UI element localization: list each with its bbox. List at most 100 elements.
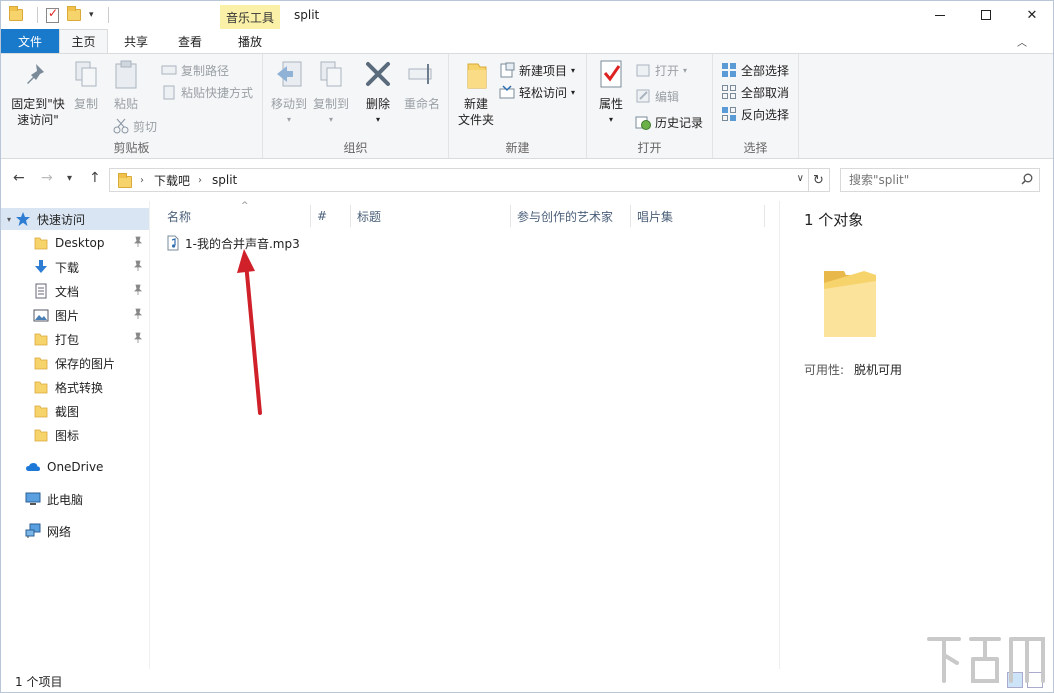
- close-button[interactable]: ✕: [1009, 1, 1053, 29]
- music-tools-context-label: 音乐工具: [220, 5, 280, 29]
- breadcrumb-separator-icon[interactable]: ›: [198, 175, 202, 186]
- properties-button[interactable]: 属性 ▾: [593, 58, 629, 128]
- delete-label: 删除: [365, 97, 390, 111]
- column-header-title[interactable]: 标题: [351, 205, 511, 227]
- search-box: [840, 168, 1040, 192]
- folder-icon[interactable]: [9, 6, 23, 21]
- nav-item-desktop[interactable]: Desktop: [1, 232, 149, 254]
- delete-dropdown-icon: ▾: [375, 115, 380, 124]
- move-to-button[interactable]: 移动到 ▾: [269, 58, 309, 128]
- nav-item-label: 打包: [55, 332, 80, 347]
- organize-group: 移动到 ▾ 复制到 ▾ 删除 ▾ 重命名 组织: [263, 54, 449, 158]
- tab-share[interactable]: 共享: [112, 29, 160, 53]
- new-item-button[interactable]: 新建项目 ▾: [499, 60, 575, 80]
- download-icon: [35, 260, 47, 273]
- pane-divider[interactable]: [149, 201, 150, 669]
- up-arrow-icon[interactable]: ↑: [89, 170, 101, 186]
- pin-icon[interactable]: [133, 332, 143, 344]
- navigation-pane: ▾ 快速访问 Desktop 下载 文档 图片 打包 保存的图片 格式转换 截图…: [1, 201, 151, 669]
- nav-item-icons[interactable]: 图标: [1, 424, 149, 446]
- column-header-number[interactable]: #: [311, 205, 351, 227]
- rename-button[interactable]: 重命名: [401, 58, 443, 112]
- folder-icon: [34, 405, 48, 418]
- nav-item-documents[interactable]: 文档: [1, 280, 149, 302]
- clipboard-group-label: 剪贴板: [113, 141, 150, 155]
- properties-icon[interactable]: [46, 6, 59, 23]
- toolbar-divider: [37, 7, 38, 23]
- copy-to-button[interactable]: 复制到 ▾: [311, 58, 351, 128]
- pin-icon[interactable]: [133, 308, 143, 320]
- history-icon: [635, 116, 651, 130]
- column-header-contributing-artists[interactable]: 参与创作的艺术家: [511, 205, 631, 227]
- pin-icon[interactable]: [133, 260, 143, 272]
- folder-preview-icon: [824, 271, 876, 337]
- open-button[interactable]: 打开 ▾: [635, 60, 687, 80]
- item-count: 1 个项目: [15, 675, 63, 689]
- cut-button[interactable]: 剪切: [113, 116, 157, 136]
- nav-network[interactable]: 网络: [1, 520, 149, 542]
- breadcrumb-separator-icon[interactable]: ›: [140, 175, 144, 186]
- copy-icon: [75, 61, 97, 87]
- tab-file[interactable]: 文件: [1, 29, 59, 53]
- minimize-button[interactable]: [917, 1, 963, 29]
- copy-path-button[interactable]: 复制路径: [161, 60, 229, 80]
- nav-onedrive[interactable]: OneDrive: [1, 456, 149, 478]
- breadcrumb-downloads[interactable]: 下载吧: [154, 172, 190, 189]
- new-folder-icon[interactable]: [67, 6, 81, 21]
- collapse-ribbon-icon[interactable]: ︿: [1017, 34, 1027, 49]
- search-input[interactable]: [841, 169, 1011, 191]
- nav-item-saved-pictures[interactable]: 保存的图片: [1, 352, 149, 374]
- select-all-button[interactable]: 全部选择: [721, 60, 789, 80]
- history-button[interactable]: 历史记录: [635, 112, 703, 132]
- column-header-album[interactable]: 唱片集: [631, 205, 765, 227]
- delete-button[interactable]: 删除 ▾: [361, 58, 395, 128]
- quick-access-toolbar: ▾: [9, 5, 109, 25]
- forward-arrow-icon[interactable]: →: [41, 170, 53, 186]
- new-group: 新建 文件夹 新建项目 ▾ 轻松访问 ▾ 新建: [449, 54, 587, 158]
- pin-icon[interactable]: [133, 236, 143, 248]
- new-item-icon: [500, 62, 515, 78]
- back-arrow-icon[interactable]: ←: [13, 170, 25, 186]
- easy-access-button[interactable]: 轻松访问 ▾: [499, 82, 575, 102]
- clipboard-icon: [115, 60, 137, 89]
- nav-item-label: 图片: [55, 308, 80, 323]
- pin-quick-access-button[interactable]: 固定到"快 速访问": [7, 58, 69, 128]
- edit-button[interactable]: 编辑: [635, 86, 679, 106]
- new-folder-button[interactable]: 新建 文件夹: [453, 58, 499, 128]
- nav-item-screenshots[interactable]: 截图: [1, 400, 149, 422]
- address-dropdown-icon[interactable]: ∨: [797, 173, 804, 184]
- column-header-name[interactable]: 名称 ^: [161, 201, 311, 227]
- star-icon: [16, 212, 31, 226]
- nav-item-pictures[interactable]: 图片: [1, 304, 149, 326]
- nav-onedrive-label: OneDrive: [47, 460, 104, 474]
- nav-item-label: Desktop: [55, 236, 105, 250]
- maximize-button[interactable]: [963, 1, 1009, 29]
- edit-label: 编辑: [655, 89, 680, 104]
- paste-button[interactable]: 粘贴: [109, 58, 143, 112]
- nav-this-pc[interactable]: 此电脑: [1, 488, 149, 510]
- address-bar[interactable]: › 下载吧 › split ∨: [109, 168, 809, 192]
- recent-locations-icon[interactable]: ▾: [67, 173, 72, 184]
- file-row[interactable]: 1-我的合并声音.mp3: [165, 233, 300, 253]
- select-group: 全部选择 全部取消 反向选择 选择: [713, 54, 799, 158]
- expand-chevron-icon[interactable]: ▾: [7, 215, 11, 224]
- customize-toolbar-dropdown-icon[interactable]: ▾: [89, 10, 94, 20]
- tab-view[interactable]: 查看: [164, 29, 216, 53]
- tab-home[interactable]: 主页: [59, 29, 108, 53]
- nav-item-downloads[interactable]: 下载: [1, 256, 149, 278]
- invert-selection-button[interactable]: 反向选择: [721, 104, 789, 124]
- pin-icon[interactable]: [133, 284, 143, 296]
- paste-shortcut-button[interactable]: 粘贴快捷方式: [161, 82, 253, 102]
- file-name: 1-我的合并声音.mp3: [185, 236, 300, 251]
- search-icon[interactable]: [1021, 173, 1033, 185]
- availability-value: 脱机可用: [854, 363, 903, 377]
- nav-quick-access[interactable]: ▾ 快速访问: [1, 208, 149, 230]
- nav-item-pack[interactable]: 打包: [1, 328, 149, 350]
- copy-button[interactable]: 复制: [69, 58, 103, 112]
- tab-play[interactable]: 播放: [220, 29, 280, 53]
- select-none-button[interactable]: 全部取消: [721, 82, 789, 102]
- refresh-button[interactable]: ↻: [808, 168, 830, 192]
- nav-item-format-convert[interactable]: 格式转换: [1, 376, 149, 398]
- nav-item-label: 下载: [55, 260, 80, 275]
- breadcrumb-split[interactable]: split: [212, 173, 237, 187]
